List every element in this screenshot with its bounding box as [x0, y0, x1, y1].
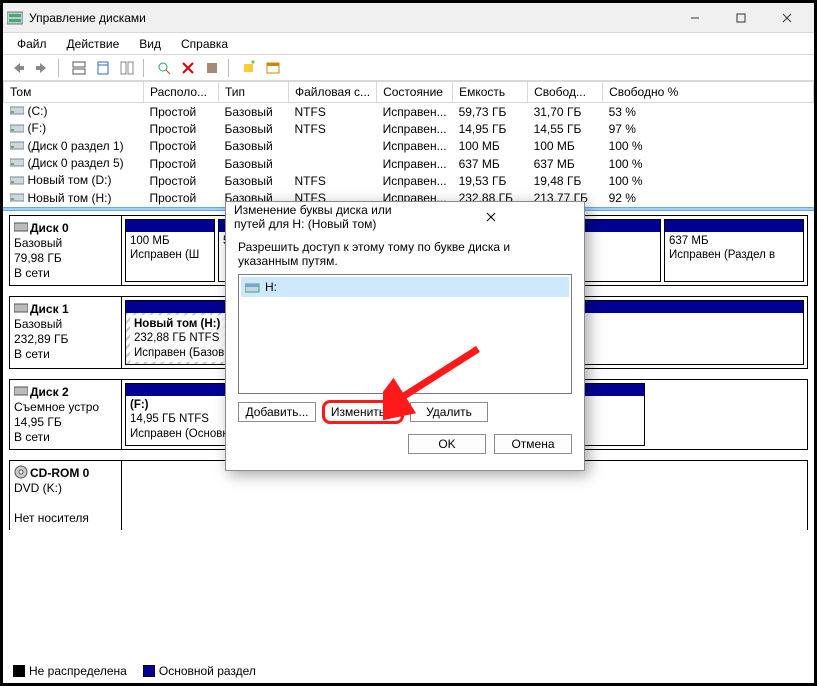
tool-icon3[interactable] [116, 57, 138, 79]
toolbar [3, 55, 814, 81]
col-status[interactable]: Состояние [377, 82, 453, 103]
drive-icon [245, 280, 261, 294]
volume-icon [10, 139, 26, 154]
volume-icon [10, 122, 26, 137]
maximize-button[interactable] [718, 3, 764, 33]
table-row[interactable]: (Диск 0 раздел 1)ПростойБазовыйИсправен.… [4, 138, 814, 155]
back-icon[interactable] [7, 57, 29, 79]
volume-icon [10, 104, 26, 119]
table-row[interactable]: (F:)ПростойБазовыйNTFSИсправен...14,95 Г… [4, 120, 814, 137]
col-fs[interactable]: Файловая с... [289, 82, 377, 103]
legend-primary-label: Основной раздел [159, 664, 256, 678]
disk-type: Базовый [14, 317, 62, 331]
part-size: 232,88 ГБ NTFS [134, 332, 219, 344]
disk-icon [14, 220, 28, 234]
disk-status: В сети [14, 347, 50, 361]
cd-icon [14, 465, 28, 479]
ok-button[interactable]: OK [408, 434, 486, 454]
dialog-title: Изменение буквы диска или путей для H: (… [234, 203, 405, 231]
disk-size: 232,89 ГБ [14, 332, 68, 346]
part-size: 100 МБ [130, 235, 170, 247]
partition[interactable]: 637 МБ Исправен (Раздел в [664, 219, 804, 282]
volume-icon [10, 156, 26, 171]
new-icon[interactable] [238, 57, 260, 79]
delete-icon[interactable] [177, 57, 199, 79]
disk-icon [14, 384, 28, 398]
disk-size: 14,95 ГБ [14, 415, 62, 429]
tool-icon[interactable] [68, 57, 90, 79]
col-volume[interactable]: Том [4, 82, 144, 103]
disk-icon [14, 301, 28, 315]
menu-view[interactable]: Вид [129, 35, 171, 53]
col-capacity[interactable]: Емкость [453, 82, 528, 103]
disk-type: Съемное устро [14, 400, 99, 414]
menubar: Файл Действие Вид Справка [3, 33, 814, 55]
part-label: Новый том (H:) [134, 318, 220, 330]
change-drive-letter-dialog: Изменение буквы диска или путей для H: (… [225, 201, 585, 471]
delete-button[interactable]: Удалить [410, 402, 488, 422]
part-status: Исправен (Ш [130, 249, 199, 261]
disk-name: Диск 1 [30, 302, 69, 316]
part-size: 637 МБ [669, 235, 709, 247]
table-row[interactable]: (C:)ПростойБазовыйNTFSИсправен...59,73 Г… [4, 103, 814, 121]
table-header: Том Располо... Тип Файловая с... Состоян… [4, 82, 814, 103]
part-size: 14,95 ГБ NTFS [130, 413, 209, 425]
tool-zoom-icon[interactable] [153, 57, 175, 79]
change-button[interactable]: Изменить... [324, 402, 402, 422]
close-button[interactable] [764, 3, 810, 33]
volume-icon [10, 191, 26, 206]
menu-action[interactable]: Действие [57, 35, 130, 53]
titlebar: Управление дисками [3, 3, 814, 33]
disk-status: В сети [14, 266, 50, 280]
cancel-button[interactable]: Отмена [494, 434, 572, 454]
dialog-close-button[interactable] [405, 205, 576, 229]
volume-icon [10, 174, 26, 189]
disk-name: Диск 0 [30, 221, 69, 235]
drive-letter-text: H: [265, 280, 277, 294]
disk-status: В сети [14, 430, 50, 444]
disk-header: Диск 0 Базовый 79,98 ГБ В сети [10, 216, 122, 285]
legend: Не распределена Основной раздел [9, 662, 260, 680]
drive-letter-list[interactable]: H: [238, 274, 572, 394]
forward-icon[interactable] [31, 57, 53, 79]
drive-letter-item[interactable]: H: [241, 277, 569, 297]
table-row[interactable]: Новый том (D:)ПростойБазовыйNTFSИсправен… [4, 172, 814, 189]
legend-unalloc-swatch [13, 665, 25, 677]
col-layout[interactable]: Располо... [144, 82, 219, 103]
table-row[interactable]: (Диск 0 раздел 5)ПростойБазовыйИсправен.… [4, 155, 814, 172]
legend-primary-swatch [143, 665, 155, 677]
disk-type: DVD (K:) [14, 481, 62, 495]
disk-name: Диск 2 [30, 385, 69, 399]
disk-header: Диск 2 Съемное устро 14,95 ГБ В сети [10, 380, 122, 449]
disk-header: Диск 1 Базовый 232,89 ГБ В сети [10, 297, 122, 368]
window-title: Управление дисками [29, 11, 672, 25]
col-free[interactable]: Свобод... [528, 82, 603, 103]
disk-header: CD-ROM 0 DVD (K:) Нет носителя [10, 461, 122, 530]
menu-file[interactable]: Файл [7, 35, 57, 53]
part-status: Исправен (Раздел в [669, 249, 775, 261]
disk-size: 79,98 ГБ [14, 251, 62, 265]
tool-generic-icon[interactable] [201, 57, 223, 79]
tool-icon2[interactable] [92, 57, 114, 79]
app-icon [7, 10, 23, 26]
dialog-message: Разрешить доступ к этому тому по букве д… [238, 240, 572, 268]
minimize-button[interactable] [672, 3, 718, 33]
partition-selected-h[interactable]: Новый том (H:) 232,88 ГБ NTFS Исправен (… [125, 300, 235, 365]
tool-last-icon[interactable] [262, 57, 284, 79]
volume-table: Том Располо... Тип Файловая с... Состоян… [3, 81, 814, 207]
part-label: (F:) [130, 399, 149, 411]
disk-type: Базовый [14, 236, 62, 250]
disk-status: Нет носителя [14, 511, 89, 525]
add-button[interactable]: Добавить... [238, 402, 316, 422]
partition[interactable]: 100 МБ Исправен (Ш [125, 219, 215, 282]
col-free-pct[interactable]: Свободно % [603, 82, 814, 103]
legend-unalloc-label: Не распределена [29, 664, 127, 678]
col-type[interactable]: Тип [219, 82, 289, 103]
part-status: Исправен (Базов [134, 347, 224, 359]
menu-help[interactable]: Справка [171, 35, 238, 53]
dialog-titlebar: Изменение буквы диска или путей для H: (… [226, 202, 584, 232]
disk-name: CD-ROM 0 [30, 466, 89, 480]
